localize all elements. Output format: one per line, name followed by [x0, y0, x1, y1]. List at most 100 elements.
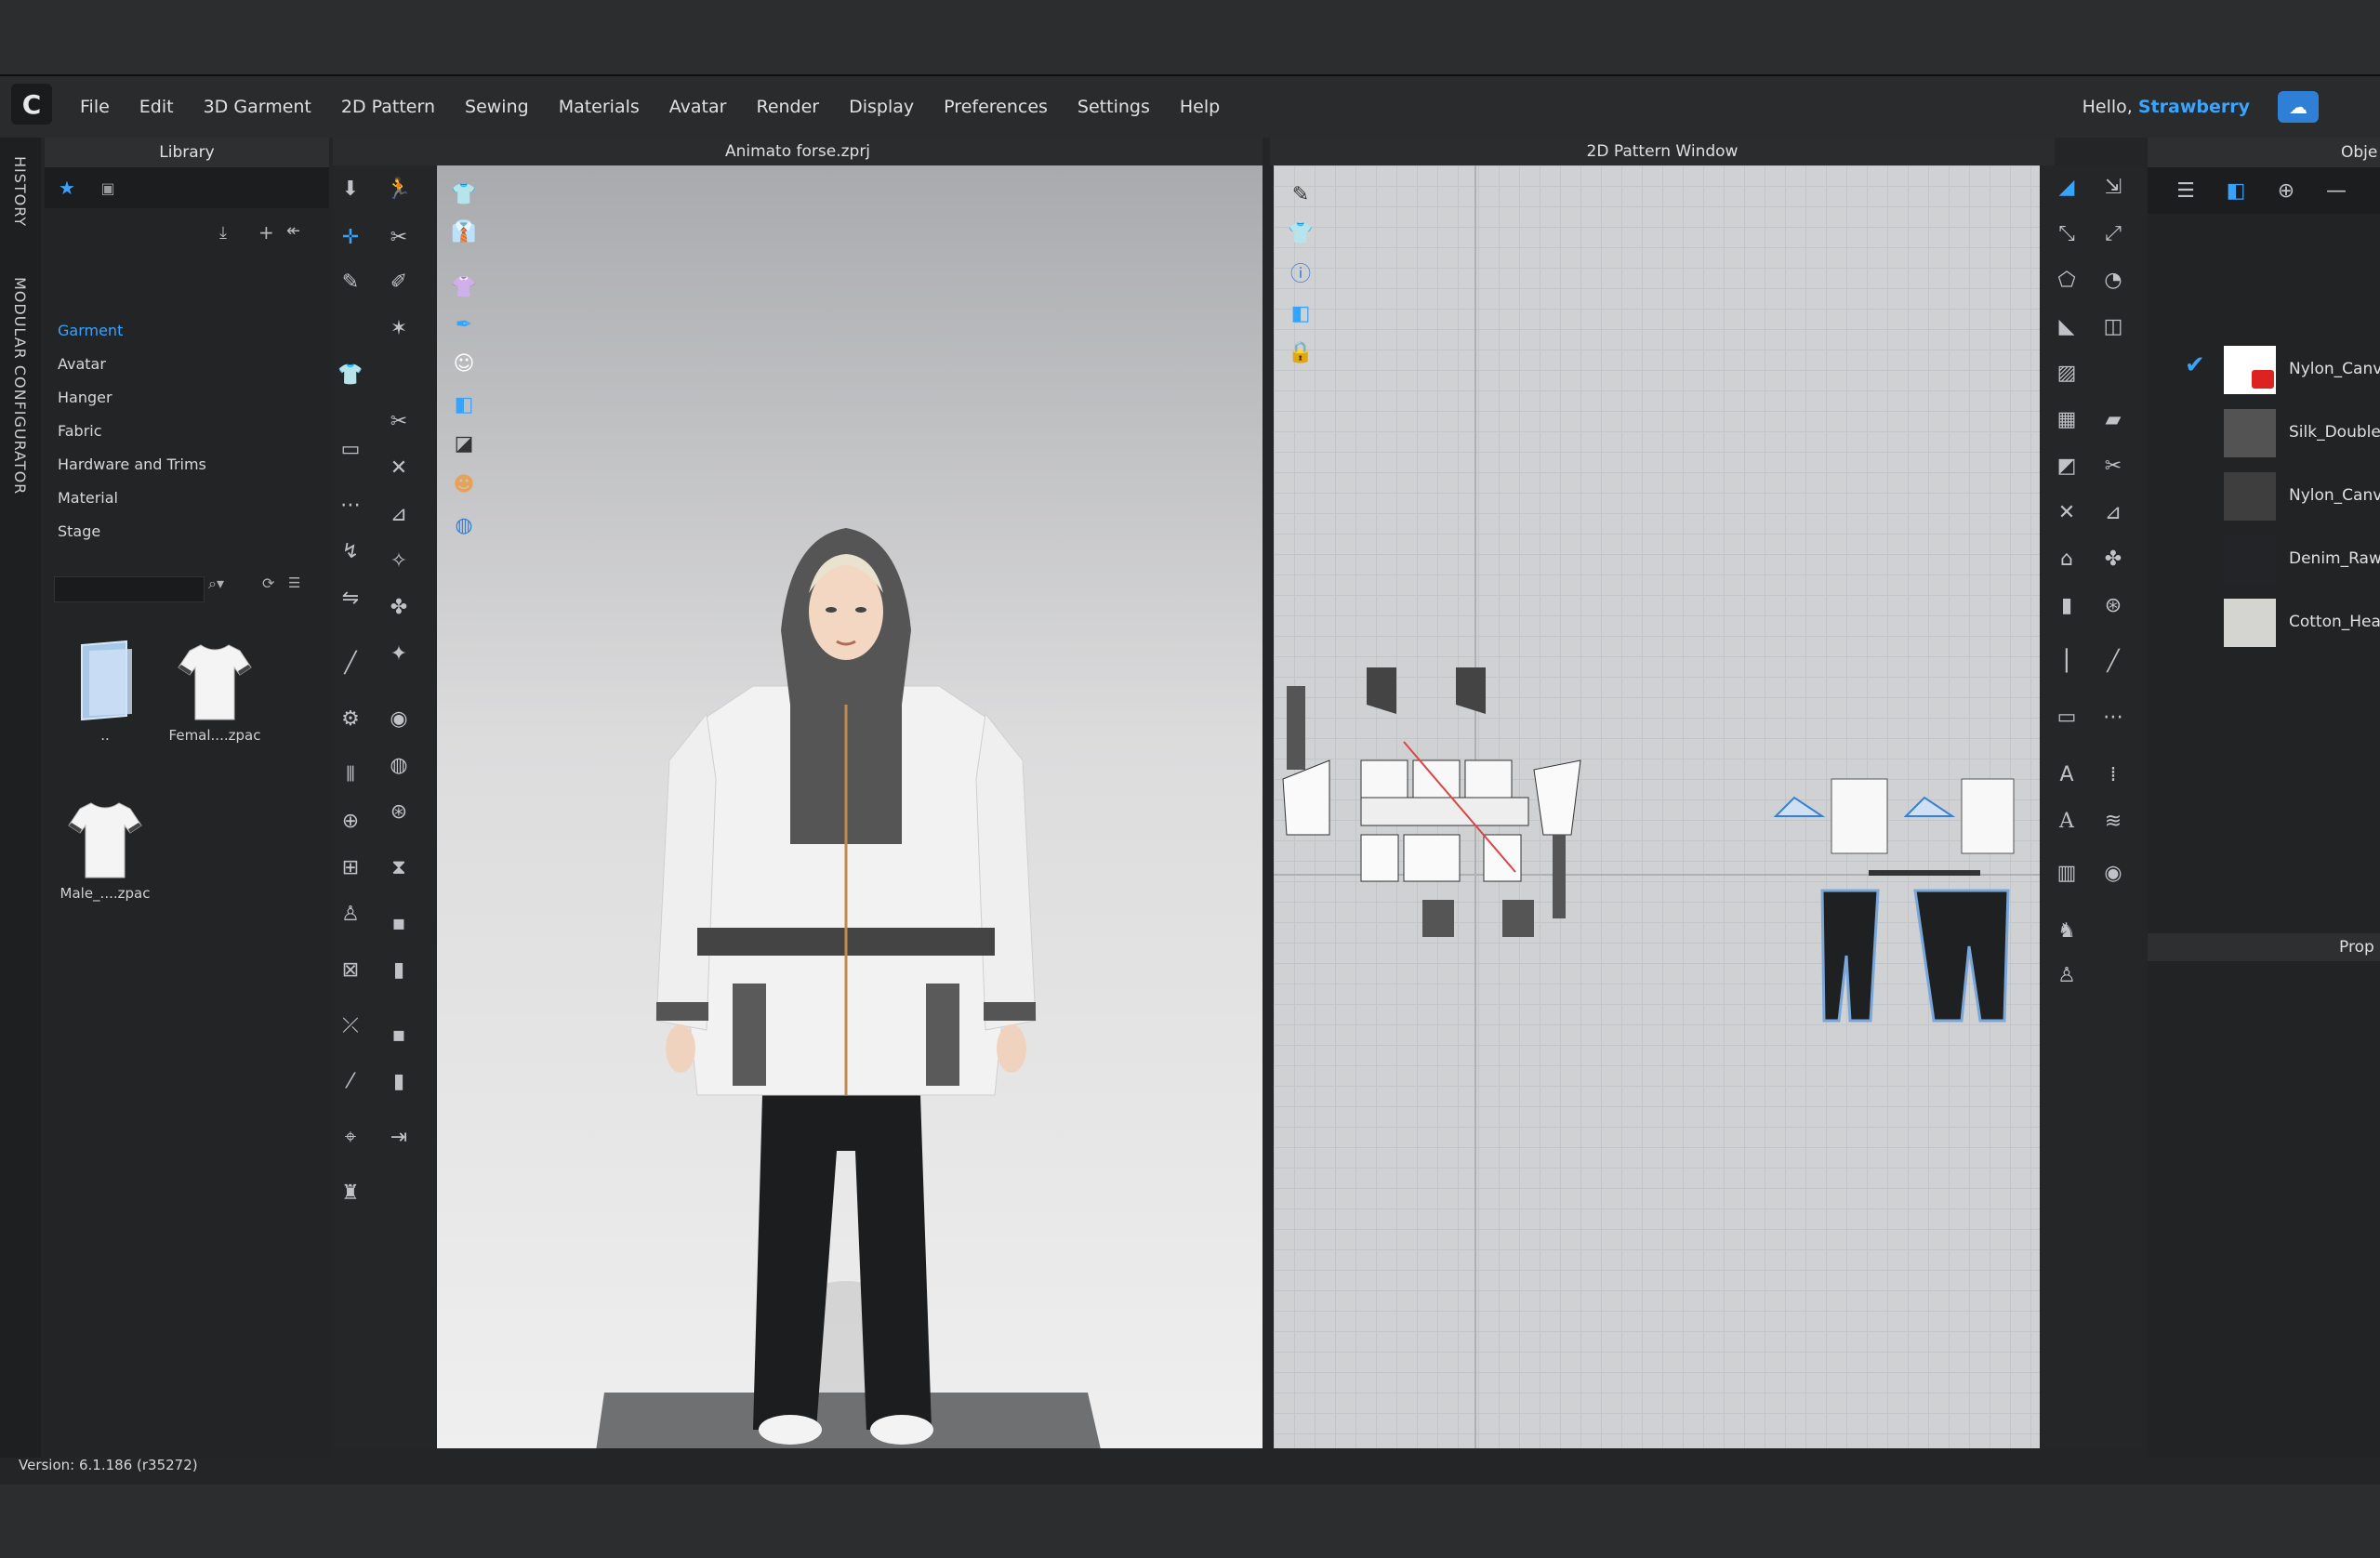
button-2d-icon[interactable]: ◉ [2099, 859, 2127, 887]
hanger-icon[interactable]: ▪ [385, 909, 413, 937]
notch-icon[interactable]: ⊿ [2099, 498, 2127, 526]
pose-icon[interactable]: ♙ [2053, 961, 2081, 989]
tab-history[interactable]: HISTORY [11, 156, 29, 227]
avatar-3d-model[interactable] [437, 165, 1263, 1448]
sew-icon[interactable]: ⊿ [385, 500, 413, 528]
material-row[interactable]: Silk_Double_ [2148, 405, 2380, 461]
block-icon[interactable]: ▮ [385, 1067, 413, 1095]
segment-icon[interactable]: ▭ [337, 435, 364, 463]
garment-icon[interactable]: 👕 [337, 361, 364, 389]
menu-sewing[interactable]: Sewing [465, 97, 529, 117]
menu-materials[interactable]: Materials [559, 97, 640, 117]
edit-curve-icon[interactable]: ⤢ [2099, 219, 2127, 247]
flatten-icon[interactable]: ✤ [2099, 545, 2127, 573]
menu-display[interactable]: Display [849, 97, 914, 117]
seam-icon[interactable]: ⋯ [337, 491, 364, 519]
download-icon[interactable]: ⤓ [219, 223, 227, 243]
material-row[interactable]: ✔ Nylon_Canva [2148, 342, 2380, 398]
text-icon[interactable]: A [2053, 760, 2081, 788]
internal-rect-icon[interactable]: ◫ [2099, 312, 2127, 340]
cut-sew-icon[interactable]: ✕ [2053, 498, 2081, 526]
stitch-icon[interactable]: ⇋ [337, 584, 364, 612]
fit-icon[interactable]: ⌖ [337, 1123, 364, 1151]
list-view-icon[interactable]: ☰ [288, 574, 300, 591]
button-icon[interactable]: ◉ [385, 705, 413, 733]
tab-modular-configurator[interactable]: MODULAR CONFIGURATOR [11, 277, 29, 495]
search-icon[interactable]: ⌕▾ [208, 574, 224, 593]
library-file-parent-folder[interactable]: .. [54, 640, 156, 744]
2d-pattern-viewport[interactable]: ✎ 👕 ⓘ ◧ 🔒 [1274, 165, 2040, 1448]
fold-seam-icon[interactable]: ↯ [337, 537, 364, 565]
avatar-icon[interactable]: ♙ [337, 900, 364, 928]
arrangement-icon[interactable]: ⊠ [337, 956, 364, 984]
library-category-hanger[interactable]: Hanger [58, 381, 206, 415]
material-row[interactable]: Nylon_Canva [2148, 469, 2380, 524]
material-row[interactable]: Cotton_Hea [2148, 595, 2380, 651]
library-category-garment[interactable]: Garment [58, 314, 206, 348]
buttonhole-icon[interactable]: ◍ [385, 751, 413, 779]
user-name[interactable]: Strawberry [2138, 97, 2250, 117]
trace-icon[interactable]: ▰ [2099, 405, 2127, 433]
library-search-input[interactable] [54, 576, 205, 602]
dart-icon[interactable]: ▨ [2053, 359, 2081, 387]
library-category-fabric[interactable]: Fabric [58, 415, 206, 448]
annotation-icon[interactable]: A [2053, 807, 2081, 835]
library-category-avatar[interactable]: Avatar [58, 348, 206, 381]
trim-icon[interactable]: ✧ [385, 547, 413, 574]
tack-icon[interactable]: ⇥ [385, 1123, 413, 1151]
cloud-icon[interactable]: ☁ [2278, 91, 2319, 123]
sewing-line-icon[interactable]: ⁄ [337, 1067, 364, 1095]
list-icon[interactable]: ☰ [2172, 177, 2200, 205]
needle-icon[interactable]: ✐ [385, 268, 413, 296]
add-icon[interactable]: + [258, 221, 274, 244]
fitting-icon[interactable]: ♞ [2053, 917, 2081, 944]
ruler-icon[interactable]: ▭ [2053, 703, 2081, 731]
select-move-icon[interactable]: ⬇ [337, 175, 364, 203]
pattern-pieces[interactable] [1274, 165, 2040, 1448]
material-row[interactable]: Denim_Raw [2148, 532, 2380, 588]
library-category-stage[interactable]: Stage [58, 515, 206, 548]
library-file-male-avatar[interactable]: Male_....zpac [54, 798, 156, 902]
fabric-tab-icon[interactable]: ◧ [2222, 177, 2250, 205]
tape-icon[interactable]: ⊞ [337, 853, 364, 881]
menu-settings[interactable]: Settings [1078, 97, 1150, 117]
clo-logo-icon[interactable]: C [11, 84, 52, 125]
menu-help[interactable]: Help [1180, 97, 1220, 117]
pin-tool-icon[interactable]: ▪ [385, 1021, 413, 1049]
polygon-icon[interactable]: ◢ [2053, 173, 2081, 201]
refresh-icon[interactable]: ⟳ [262, 574, 274, 592]
menu-3d-garment[interactable]: 3D Garment [204, 97, 311, 117]
cut-icon[interactable]: ✂ [385, 407, 413, 435]
puckering-icon[interactable]: ✤ [385, 593, 413, 621]
zigzag-icon[interactable]: ≋ [2099, 807, 2127, 835]
needle-tool-icon[interactable]: ⤫ [337, 1011, 364, 1039]
tape-tool-icon[interactable]: ⎮ [2053, 647, 2081, 675]
grading-icon[interactable]: ▥ [2053, 859, 2081, 887]
select-mesh-icon[interactable]: ✂ [385, 223, 413, 251]
library-category-material[interactable]: Material [58, 482, 206, 515]
knife-icon[interactable]: ◩ [2053, 452, 2081, 480]
back-arrow-icon[interactable]: ↞ [286, 221, 300, 241]
rectangle-icon[interactable]: ⬠ [2053, 266, 2081, 294]
avatar-pose-icon[interactable]: 🏃 [385, 175, 413, 203]
menu-edit[interactable]: Edit [139, 97, 174, 117]
3d-viewport[interactable]: 👕 👔 👚 ✒ ☺ ◧ ◪ ☻ ◍ [437, 165, 1263, 1448]
free-sewing-icon[interactable]: ⊛ [2099, 591, 2127, 619]
transform-icon[interactable]: ✛ [337, 223, 364, 251]
clipboard-icon[interactable]: ▣ [91, 173, 125, 203]
fabric-block-icon[interactable]: ▮ [385, 956, 413, 984]
trim-graphic-icon[interactable]: ⊕ [337, 807, 364, 835]
topstitch-icon[interactable]: ✦ [385, 640, 413, 667]
menu-preferences[interactable]: Preferences [944, 97, 1048, 117]
fitting-suit-icon[interactable]: ♜ [337, 1179, 364, 1207]
menu-render[interactable]: Render [756, 97, 819, 117]
menu-2d-pattern[interactable]: 2D Pattern [341, 97, 435, 117]
favorites-star-icon[interactable]: ★ [50, 173, 84, 203]
circle-icon[interactable]: ◔ [2099, 266, 2127, 294]
internal-polygon-icon[interactable]: ◣ [2053, 312, 2081, 340]
zip-pull-icon[interactable]: ⧗ [385, 853, 413, 881]
seam-allowance-icon[interactable]: ✂ [2099, 452, 2127, 480]
button-trim-icon[interactable]: ⊛ [385, 798, 413, 825]
line-tool-icon[interactable]: ╱ [2099, 647, 2127, 675]
fold-arrangement-icon[interactable]: ⌂ [2053, 545, 2081, 573]
